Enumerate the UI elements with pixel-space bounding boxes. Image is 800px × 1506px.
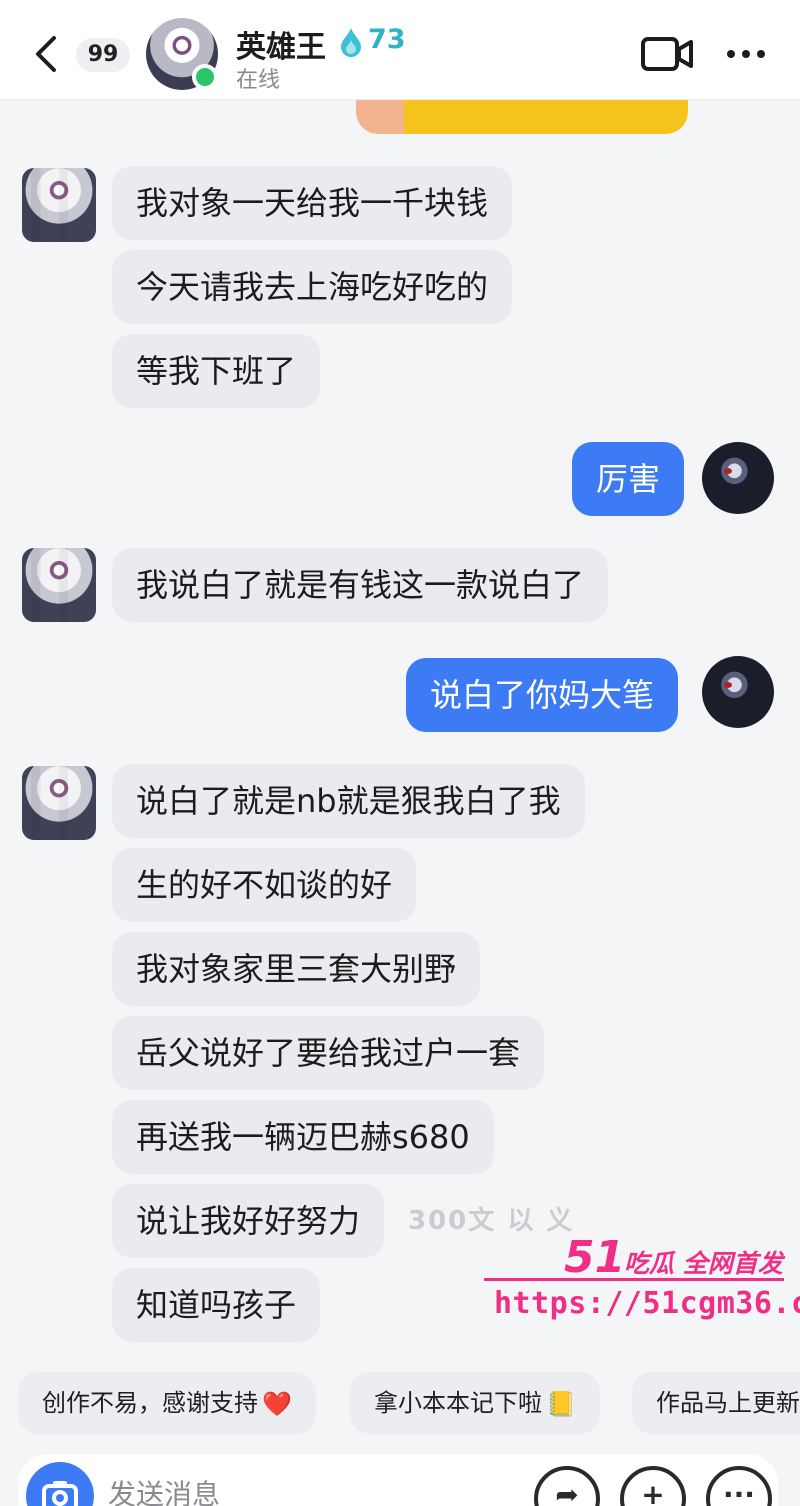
water-drop-icon — [341, 28, 361, 57]
quick-reply-label: 创作不易，感谢支持 — [42, 1389, 258, 1417]
image-message[interactable] — [356, 100, 688, 134]
notebook-emoji-icon: 📒 — [546, 1390, 576, 1418]
back-button[interactable] — [30, 32, 64, 76]
incoming-message[interactable]: 我说白了就是有钱这一款说白了 — [112, 548, 609, 622]
contact-name[interactable]: 英雄王 — [236, 22, 326, 66]
incoming-message[interactable]: 岳父说好了要给我过户一套 — [112, 1016, 545, 1090]
incoming-message[interactable]: 说让我好好努力 — [112, 1184, 385, 1258]
quick-reply-label: 作品马上更新 — [656, 1389, 800, 1417]
incoming-message[interactable]: 我对象一天给我一千块钱 — [112, 166, 513, 240]
watermark-underline — [484, 1278, 784, 1281]
incoming-message[interactable]: 我对象家里三套大别野 — [112, 932, 481, 1006]
incoming-message[interactable]: 今天请我去上海吃好吃的 — [112, 250, 513, 324]
more-options-button[interactable] — [722, 36, 772, 72]
sender-avatar[interactable] — [22, 168, 96, 242]
message-input[interactable] — [108, 1472, 518, 1506]
heart-emoji-icon: ❤️ — [262, 1390, 292, 1418]
quick-reply-chip[interactable]: 拿小本本记下啦 📒 — [350, 1372, 600, 1434]
self-avatar[interactable] — [702, 656, 774, 728]
incoming-message[interactable]: 等我下班了 — [112, 334, 321, 408]
more-dots-icon — [727, 50, 765, 58]
online-status-dot — [192, 64, 218, 90]
camera-icon — [42, 1481, 78, 1506]
share-icon: ➦ — [555, 1478, 579, 1506]
incoming-message[interactable]: 生的好不如谈的好 — [112, 848, 417, 922]
sender-avatar[interactable] — [22, 766, 96, 840]
camera-button[interactable] — [26, 1462, 94, 1506]
more-icon: ··· — [723, 1478, 755, 1506]
chat-screen: 99 英雄王 73 在线 我对象一天给我一千块钱 今天请我去上海吃好吃的 等我下… — [0, 0, 800, 1506]
watermark-url: https://51cgm36.com — [494, 1286, 800, 1321]
quick-reply-label: 拿小本本记下啦 — [374, 1389, 542, 1417]
incoming-message[interactable]: 再送我一辆迈巴赫s680 — [112, 1100, 494, 1174]
video-camera-icon — [641, 37, 693, 71]
watermark-slogan: 吃瓜 全网首发 — [624, 1249, 783, 1278]
sender-avatar[interactable] — [22, 548, 96, 622]
incoming-message[interactable]: 知道吗孩子 — [112, 1268, 321, 1342]
back-arrow-icon — [36, 36, 56, 72]
video-call-button[interactable] — [640, 34, 694, 74]
streak-count: 73 — [368, 24, 406, 55]
watermark-number: 51 — [564, 1232, 626, 1283]
chat-header: 99 英雄王 73 在线 — [0, 0, 800, 100]
outgoing-message[interactable]: 说白了你妈大笔 — [406, 658, 679, 732]
contact-status: 在线 — [236, 68, 281, 93]
quick-reply-chip[interactable]: 创作不易，感谢支持 ❤️ — [18, 1372, 316, 1434]
quick-reply-chip[interactable]: 作品马上更新 — [632, 1372, 800, 1434]
self-avatar[interactable] — [702, 442, 774, 514]
outgoing-message[interactable]: 厉害 — [572, 442, 685, 516]
incoming-message[interactable]: 说白了就是nb就是狠我白了我 — [112, 764, 585, 838]
unread-count-badge: 99 — [76, 38, 130, 72]
add-icon: + — [641, 1478, 665, 1506]
image-message-part — [404, 100, 688, 134]
